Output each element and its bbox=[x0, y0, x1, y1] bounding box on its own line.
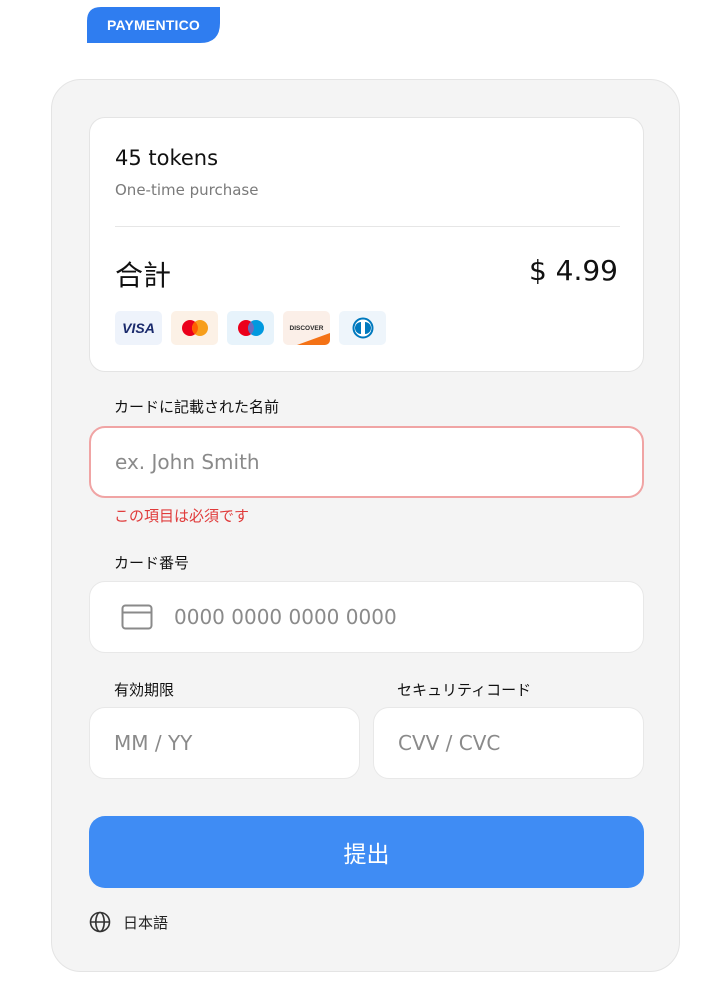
language-label: 日本語 bbox=[123, 913, 169, 932]
product-subtitle: One-time purchase bbox=[115, 181, 259, 199]
brand-logo: PAYMENTICO bbox=[87, 7, 220, 43]
payment-methods: VISA DISCOVER bbox=[115, 311, 386, 345]
maestro-icon bbox=[227, 311, 274, 345]
cardholder-name-input[interactable] bbox=[89, 426, 644, 498]
total-price: $ 4.99 bbox=[528, 254, 618, 287]
expiry-input[interactable] bbox=[89, 707, 360, 779]
discover-icon: DISCOVER bbox=[283, 311, 330, 345]
brand-name: PAYMENTICO bbox=[106, 17, 200, 33]
maestro-logo bbox=[237, 320, 264, 336]
diners-club-logo bbox=[352, 317, 373, 339]
total-label: 合計 bbox=[115, 259, 172, 292]
globe-icon bbox=[89, 911, 111, 933]
product-title: 45 tokens bbox=[115, 146, 219, 170]
diners-club-icon bbox=[339, 311, 386, 345]
mastercard-icon bbox=[171, 311, 218, 345]
name-label: カードに記載された名前 bbox=[114, 398, 280, 416]
visa-icon: VISA bbox=[115, 311, 162, 345]
language-selector[interactable]: 日本語 bbox=[89, 911, 168, 933]
discover-label: DISCOVER bbox=[289, 324, 324, 332]
summary-divider bbox=[115, 226, 620, 227]
expiry-label: 有効期限 bbox=[114, 681, 175, 699]
cvv-label: セキュリティコード bbox=[397, 681, 532, 699]
checkout-panel: 45 tokens One-time purchase 合計 $ 4.99 VI… bbox=[51, 79, 680, 972]
card-number-label: カード番号 bbox=[114, 554, 190, 572]
cvv-input[interactable] bbox=[373, 707, 644, 779]
card-number-input[interactable] bbox=[89, 581, 644, 653]
mastercard-logo bbox=[181, 320, 208, 336]
credit-card-icon bbox=[121, 604, 153, 630]
submit-button[interactable]: 提出 bbox=[89, 816, 644, 888]
order-summary: 45 tokens One-time purchase 合計 $ 4.99 VI… bbox=[89, 117, 644, 372]
visa-label: VISA bbox=[122, 320, 155, 336]
name-error-message: この項目は必須です bbox=[114, 507, 250, 525]
